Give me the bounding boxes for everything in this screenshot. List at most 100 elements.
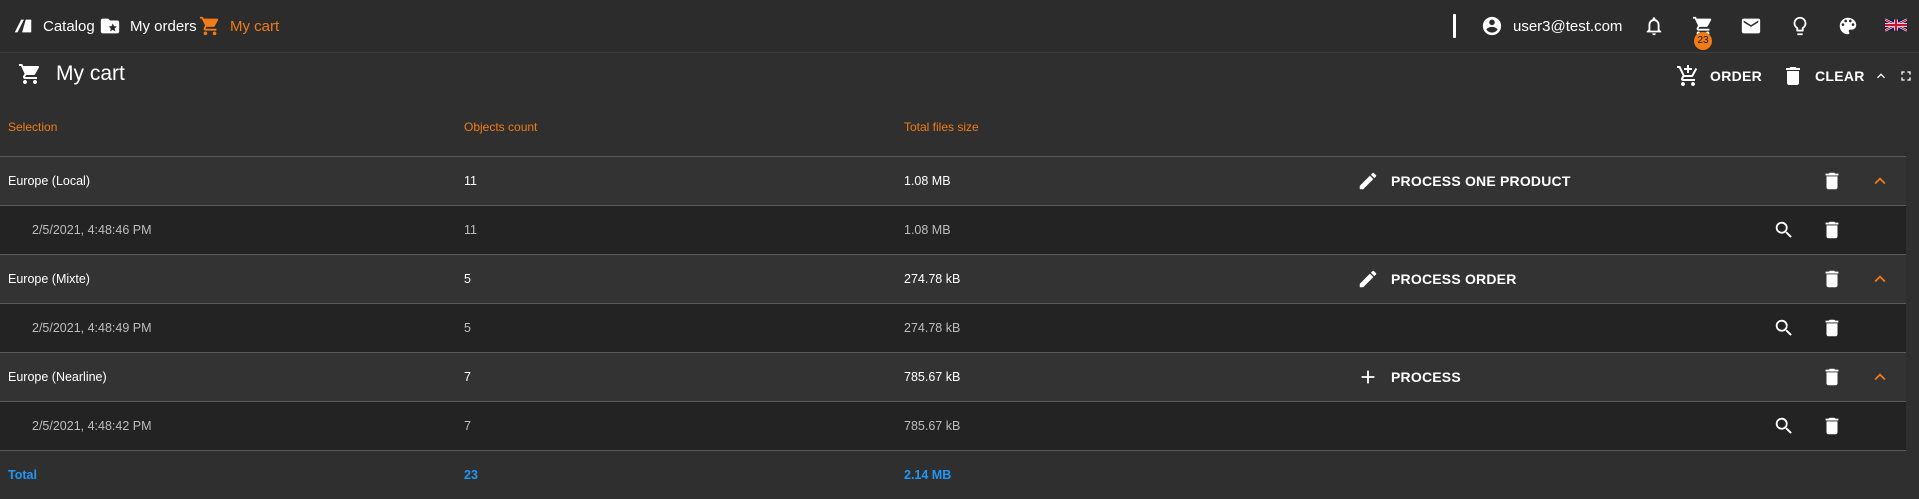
theme-button[interactable] xyxy=(1837,15,1859,37)
date-added: 2/5/2021, 4:48:46 PM xyxy=(32,223,152,237)
page-title-text: My cart xyxy=(56,62,125,85)
files-size: 1.08 MB xyxy=(904,223,951,237)
nav-my-orders-label: My orders xyxy=(130,17,197,35)
objects-count: 7 xyxy=(464,419,471,433)
clear-button[interactable]: CLEAR xyxy=(1781,64,1865,88)
cart-icon xyxy=(19,64,40,84)
nav-catalog[interactable]: Catalog xyxy=(12,0,95,52)
objects-count: 5 xyxy=(464,272,471,286)
table-row: 2/5/2021, 4:48:49 PM 5 274.78 kB xyxy=(0,303,1906,352)
uk-flag-icon xyxy=(1884,18,1908,32)
selection-name: Europe (Nearline) xyxy=(8,370,107,384)
pencil-icon xyxy=(1359,172,1377,190)
process-order-button[interactable]: PROCESS ORDER xyxy=(1357,255,1517,303)
chevron-up-icon xyxy=(1874,177,1886,185)
nav-catalog-label: Catalog xyxy=(43,17,95,35)
table-row: Europe (Local) 11 1.08 MB PROCESS ONE PR… xyxy=(0,156,1906,205)
total-row: Total 23 2.14 MB xyxy=(0,450,1906,499)
plus-icon xyxy=(1361,370,1375,384)
objects-count: 11 xyxy=(464,174,477,188)
date-added: 2/5/2021, 4:48:49 PM xyxy=(32,321,152,335)
total-size: 2.14 MB xyxy=(904,468,952,482)
selection-name: Europe (Mixte) xyxy=(8,272,90,286)
nav-my-cart-label: My cart xyxy=(230,17,280,35)
date-added: 2/5/2021, 4:48:42 PM xyxy=(32,419,152,433)
objects-count: 5 xyxy=(464,321,471,335)
trash-icon xyxy=(1825,368,1839,386)
bell-icon xyxy=(1646,17,1662,36)
language-button[interactable] xyxy=(1884,17,1908,39)
trash-icon xyxy=(1825,319,1839,337)
trash-icon xyxy=(1825,417,1839,435)
files-size: 1.08 MB xyxy=(904,174,951,188)
action-label: PROCESS ONE PRODUCT xyxy=(1391,173,1571,189)
divider xyxy=(1453,14,1456,38)
trash-icon xyxy=(1786,67,1800,85)
column-header-objects-count[interactable]: Objects count xyxy=(464,120,537,134)
trash-icon xyxy=(1825,221,1839,239)
nav-my-cart[interactable]: My cart xyxy=(199,0,279,52)
collapse-row-button[interactable] xyxy=(1869,366,1891,388)
order-button-label: ORDER xyxy=(1710,68,1763,84)
selection-name: Europe (Local) xyxy=(8,174,90,188)
view-button[interactable] xyxy=(1773,415,1795,437)
action-label: PROCESS ORDER xyxy=(1391,271,1517,287)
collapse-row-button[interactable] xyxy=(1869,170,1891,192)
search-icon xyxy=(1775,319,1792,336)
chevron-up-icon xyxy=(1874,275,1886,283)
order-button[interactable]: ORDER xyxy=(1676,64,1762,88)
delete-button[interactable] xyxy=(1821,366,1843,388)
process-one-product-button[interactable]: PROCESS ONE PRODUCT xyxy=(1357,157,1571,205)
user-email: user3@test.com xyxy=(1513,17,1623,35)
action-label: PROCESS xyxy=(1391,369,1461,385)
process-button[interactable]: PROCESS xyxy=(1357,353,1461,401)
add-shopping-cart-icon xyxy=(1677,65,1698,86)
tips-button[interactable] xyxy=(1789,15,1811,37)
objects-count: 11 xyxy=(464,223,477,237)
trash-icon xyxy=(1825,172,1839,190)
table-row: 2/5/2021, 4:48:42 PM 7 785.67 kB xyxy=(0,401,1906,450)
delete-button[interactable] xyxy=(1821,317,1843,339)
cart-icon xyxy=(199,16,219,36)
files-size: 274.78 kB xyxy=(904,321,961,335)
search-icon xyxy=(1775,417,1792,434)
column-header-total-size[interactable]: Total files size xyxy=(904,120,979,134)
files-size: 785.67 kB xyxy=(904,419,961,433)
page-title: My cart xyxy=(18,62,125,86)
mail-icon xyxy=(1741,18,1761,34)
lightbulb-icon xyxy=(1793,16,1807,36)
column-header-selection[interactable]: Selection xyxy=(8,120,57,134)
delete-button[interactable] xyxy=(1821,268,1843,290)
fullscreen-button[interactable] xyxy=(1898,68,1914,84)
files-size: 785.67 kB xyxy=(904,370,961,384)
view-button[interactable] xyxy=(1773,219,1795,241)
pencil-icon xyxy=(1359,270,1377,288)
total-count: 23 xyxy=(464,468,478,482)
table-row: Europe (Mixte) 5 274.78 kB PROCESS ORDER xyxy=(0,254,1906,303)
trash-icon xyxy=(1825,270,1839,288)
folder-star-icon xyxy=(100,18,120,34)
cart-count-badge: 23 xyxy=(1694,32,1712,50)
palette-icon xyxy=(1839,17,1857,35)
messages-button[interactable] xyxy=(1740,15,1762,37)
clear-button-label: CLEAR xyxy=(1815,68,1865,84)
view-button[interactable] xyxy=(1773,317,1795,339)
collapse-row-button[interactable] xyxy=(1869,268,1891,290)
collapse-button[interactable] xyxy=(1873,68,1889,84)
account-icon xyxy=(1482,16,1502,36)
delete-button[interactable] xyxy=(1821,170,1843,192)
chevron-up-icon xyxy=(1874,373,1886,381)
table-row: Europe (Nearline) 7 785.67 kB PROCESS xyxy=(0,352,1906,401)
top-bar: Catalog My orders My cart user3@test.com… xyxy=(0,0,1919,53)
objects-count: 7 xyxy=(464,370,471,384)
delete-button[interactable] xyxy=(1821,415,1843,437)
total-label: Total xyxy=(8,468,37,482)
user-menu[interactable]: user3@test.com xyxy=(1481,0,1622,52)
files-size: 274.78 kB xyxy=(904,272,961,286)
delete-button[interactable] xyxy=(1821,219,1843,241)
table-row: 2/5/2021, 4:48:46 PM 11 1.08 MB xyxy=(0,205,1906,254)
nav-my-orders[interactable]: My orders xyxy=(99,0,197,52)
fullscreen-icon xyxy=(1901,71,1911,81)
catalog-icon xyxy=(14,19,32,33)
notifications-button[interactable] xyxy=(1643,15,1665,37)
